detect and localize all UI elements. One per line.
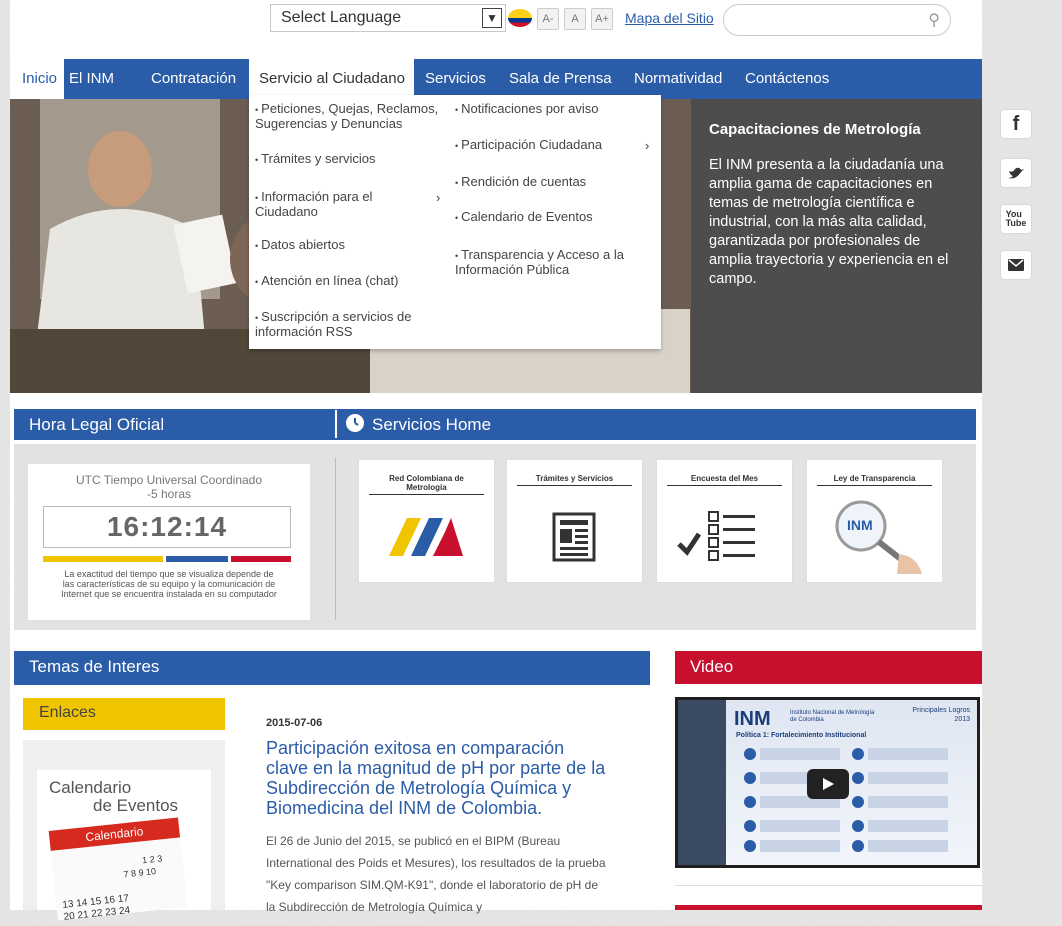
calendar-icon: Calendario 1 2 3 7 8 9 10 13 14 15 16 17… [48, 817, 188, 923]
dropdown-item-rendicion[interactable]: Rendición de cuentas [455, 175, 650, 190]
nav-item-inicio[interactable]: Inicio [10, 59, 64, 99]
document-icon [552, 512, 596, 562]
flag-stripe-yellow [43, 556, 163, 562]
hero-text: El INM presenta a la ciudadanía una ampl… [709, 157, 949, 287]
enlaces-header[interactable]: Enlaces [23, 698, 225, 730]
clock-icon [346, 414, 364, 432]
clock-note: La exactitud del tiempo que se visualiza… [61, 569, 277, 599]
hero-caption-panel: Capacitaciones de Metrología El INM pres… [691, 99, 982, 393]
news-date: 2015-07-06 [266, 717, 323, 729]
news-body: El 26 de Junio del 2015, se publicó en e… [266, 834, 606, 914]
calendario-title-2: de Eventos [93, 796, 179, 815]
font-decrease-button[interactable]: A- [537, 8, 559, 30]
header-divider [335, 410, 337, 438]
language-select-label: Select Language [281, 9, 402, 26]
font-increase-button[interactable]: A+ [591, 8, 613, 30]
language-select[interactable]: Select Language ▼ [270, 4, 506, 32]
video-politica: Política 1: Fortalecimiento Instituciona… [736, 732, 867, 739]
hero-title[interactable]: Capacitaciones de Metrología [709, 121, 964, 138]
play-icon [823, 778, 834, 790]
dropdown-item-notificaciones[interactable]: Notificaciones por aviso [455, 102, 650, 117]
dropdown-item-rss[interactable]: Suscripción a servicios de información R… [255, 310, 440, 339]
calendario-banner[interactable]: Calendario de Eventos Calendario 1 2 3 7… [37, 770, 211, 923]
servicios-home-title: Servicios Home [372, 415, 492, 434]
video-inm-logo: INM [734, 708, 771, 730]
top-utility-bar: Select Language ▼ A- A A+ Mapa del Sitio… [10, 0, 982, 58]
play-button[interactable] [807, 769, 849, 799]
font-normal-button[interactable]: A [564, 8, 586, 30]
chevron-right-icon: › [645, 138, 650, 153]
dropdown-item-transparencia[interactable]: Transparencia y Acceso a la Información … [455, 248, 630, 277]
video-side-image [678, 700, 726, 865]
main-nav: Inicio El INM Contratación Servicio al C… [10, 59, 982, 99]
page-container: Select Language ▼ A- A A+ Mapa del Sitio… [10, 0, 982, 923]
card-tramites[interactable]: Trámites y Servicios [506, 459, 643, 583]
utc-label: UTC Tiempo Universal Coordinado -5 horas [75, 473, 263, 501]
colombia-flag-icon [508, 9, 532, 27]
svg-text:INM: INM [847, 517, 873, 533]
magnifier-icon: INM [835, 500, 922, 574]
temas-title: Temas de Interes [29, 657, 160, 676]
calendario-title-1: Calendario [49, 778, 132, 797]
dropdown-item-tramites[interactable]: Trámites y servicios [255, 152, 440, 167]
card-title: Ley de Transparencia [817, 474, 932, 486]
chevron-right-icon: › [436, 190, 441, 205]
svg-text:1 2 3: 1 2 3 [142, 853, 163, 865]
flag-stripe-red [231, 556, 291, 562]
search-icon[interactable]: ⚲ [928, 10, 940, 30]
card-title: Trámites y Servicios [517, 474, 632, 486]
flag-stripe-blue [166, 556, 228, 562]
video-footer-strip [675, 905, 982, 910]
video-player[interactable]: INM Instituto Nacional de Metrología de … [675, 697, 980, 868]
card-encuesta[interactable]: Encuesta del Mes [656, 459, 793, 583]
card-ley-transparencia[interactable]: Ley de Transparencia INM [806, 459, 943, 583]
nav-item-servicio-ciudadano[interactable]: Servicio al Ciudadano [249, 59, 414, 99]
twitter-icon[interactable] [1001, 159, 1031, 187]
dropdown-item-participacion[interactable]: Participación Ciudadana [455, 138, 640, 153]
search-input[interactable]: ⚲ [723, 4, 951, 36]
hora-legal-header: Hora Legal Oficial [14, 409, 976, 440]
card-red-colombiana[interactable]: Red Colombiana de Metrología [358, 459, 495, 583]
panel-divider [335, 458, 336, 620]
dropdown-item-informacion[interactable]: Información para el Ciudadano [255, 190, 405, 219]
nav-item-contactenos[interactable]: Contáctenos [745, 59, 829, 99]
sitemap-link[interactable]: Mapa del Sitio [625, 10, 714, 26]
dropdown-item-pqrs[interactable]: Peticiones, Quejas, Reclamos, Sugerencia… [255, 102, 440, 131]
news-headline[interactable]: Participación exitosa en comparación cla… [266, 738, 606, 818]
nav-item-sala-prensa[interactable]: Sala de Prensa [509, 59, 612, 99]
card-title: Red Colombiana de Metrología [369, 474, 484, 495]
nav-item-servicios[interactable]: Servicios [425, 59, 486, 99]
nav-item-el-inm[interactable]: El INM [69, 59, 114, 99]
servicio-ciudadano-dropdown: Peticiones, Quejas, Reclamos, Sugerencia… [249, 95, 661, 349]
video-header: Video [675, 651, 982, 684]
nav-item-contratacion[interactable]: Contratación [151, 59, 236, 99]
chevron-down-icon[interactable]: ▼ [482, 8, 502, 28]
video-logros: Principales Logros 2013 [912, 707, 970, 723]
dropdown-item-chat[interactable]: Atención en línea (chat) [255, 274, 440, 289]
nav-item-normatividad[interactable]: Normatividad [634, 59, 722, 99]
dropdown-item-calendario[interactable]: Calendario de Eventos [455, 210, 650, 225]
youtube-icon[interactable]: You Tube [1001, 205, 1031, 233]
dropdown-item-datos-abiertos[interactable]: Datos abiertos [255, 238, 440, 253]
mail-icon[interactable] [1001, 251, 1031, 279]
facebook-icon[interactable]: f [1001, 110, 1031, 138]
card-title: Encuesta del Mes [667, 474, 782, 486]
hora-legal-title: Hora Legal Oficial [29, 415, 165, 434]
video-divider [675, 885, 982, 886]
checklist-icon [677, 511, 755, 561]
clock-time: 16:12:14 [43, 506, 291, 548]
temas-header: Temas de Interes [14, 651, 650, 685]
calendar-grid: 1 2 3 7 8 9 10 13 14 15 16 17 20 21 22 2… [62, 853, 163, 923]
red-metrologia-logo-icon [389, 518, 463, 556]
video-inst-name: Instituto Nacional de Metrología de Colo… [790, 710, 875, 723]
clock-widget: UTC Tiempo Universal Coordinado -5 horas… [28, 464, 310, 620]
enlaces-panel: Calendario de Eventos Calendario 1 2 3 7… [23, 740, 225, 923]
video-slide-graphic [744, 748, 948, 852]
svg-text:7 8 9 10: 7 8 9 10 [123, 866, 156, 879]
